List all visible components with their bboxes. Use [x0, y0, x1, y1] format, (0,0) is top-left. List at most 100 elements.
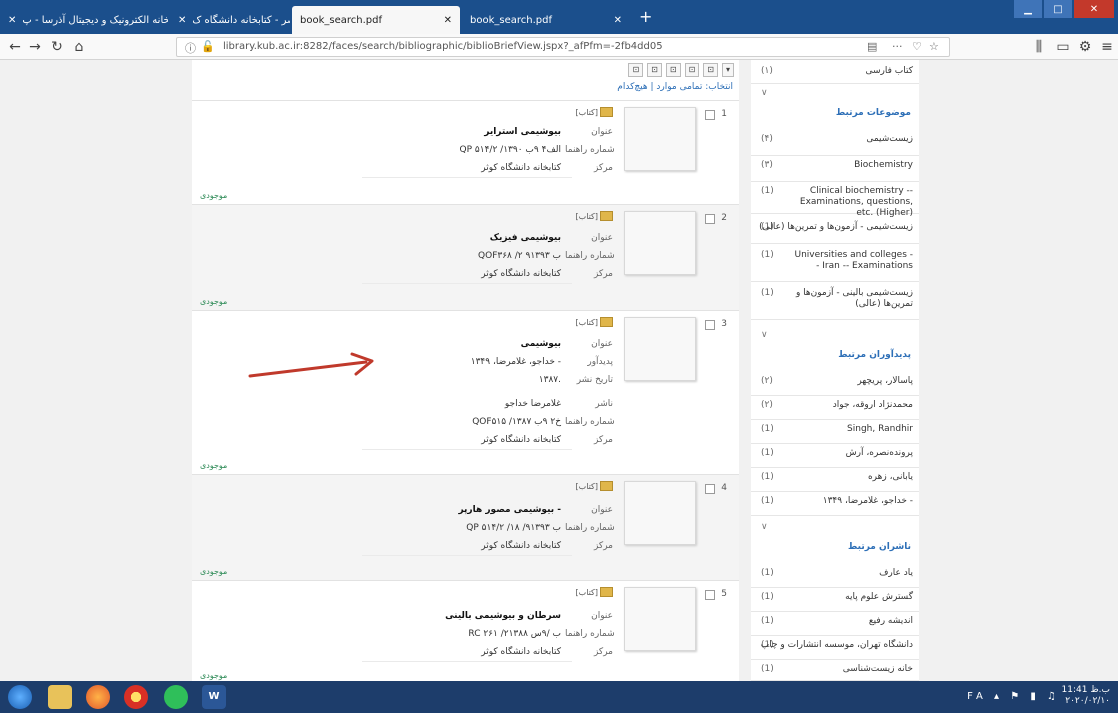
bookmark-star-icon[interactable]: ☆	[929, 40, 939, 53]
facet-item[interactable]: (1) یابانی، زهره	[751, 472, 919, 492]
facet-item[interactable]: (1) اندیشه رفیع	[751, 616, 919, 636]
center-field: مرکز کتابخانه دانشگاه کوثر	[481, 647, 613, 657]
facet-item[interactable]: (1) Clinical biochemistry -- Examinations…	[751, 186, 919, 218]
availability-link[interactable]: موجودی	[200, 567, 227, 576]
divider	[362, 661, 572, 662]
availability-link[interactable]: موجودی	[200, 297, 227, 306]
page-actions-icon[interactable]: ···	[892, 40, 903, 53]
facet-item[interactable]: (1) پرونده‌نصره، آرش	[751, 448, 919, 468]
system-tray-icons[interactable]: FA ▴ ⚑ ▮ ♫	[967, 691, 1060, 702]
select-all-none[interactable]: انتخاب: تمامی موارد | هیچ‌کدام	[617, 82, 733, 92]
book-cover-thumbnail[interactable]	[624, 107, 696, 171]
facet-item[interactable]: (1) خداجو، غلامرضا، ۱۳۴۹ -	[751, 496, 919, 516]
field-label: شماره راهنما	[565, 251, 615, 261]
book-cover-thumbnail[interactable]	[624, 211, 696, 275]
close-tab-icon[interactable]: ✕	[8, 15, 16, 26]
close-window-icon[interactable]: ✕	[1074, 0, 1114, 18]
insecure-lock-icon[interactable]: 🔓	[201, 40, 215, 53]
facet-item[interactable]: (1) گسترش علوم پایه	[751, 592, 919, 612]
result-checkbox[interactable]	[705, 484, 715, 494]
book-cover-thumbnail[interactable]	[624, 587, 696, 651]
menu-icon[interactable]: ≡	[1098, 38, 1116, 56]
availability-link[interactable]: موجودی	[200, 671, 227, 680]
tab-book-search-pdf-2[interactable]: book_search.pdf ✕	[462, 6, 630, 34]
tab-brief-view[interactable]: ✕ نمایش مختصر - کتابخانه دانشگاه ک	[170, 6, 290, 34]
library-icon[interactable]: ⫼	[1030, 38, 1048, 56]
sort-select[interactable]: ▾	[721, 63, 734, 77]
start-button-icon[interactable]	[8, 685, 32, 709]
facet-item[interactable]: (1) دانشگاه تهران، موسسه انتشارات و چاپ	[751, 640, 919, 660]
expand-chevron-icon[interactable]: ∨	[761, 88, 768, 98]
address-bar[interactable]: ⓘ 🔓 library.kub.ac.ir:8282/faces/search/…	[176, 37, 950, 57]
availability-link[interactable]: موجودی	[200, 461, 227, 470]
facet-item[interactable]: (1) Singh, Randhir	[751, 424, 919, 444]
facet-item[interactable]: (۲) محمدنژاد اروقه، جواد	[751, 400, 919, 420]
facet-item[interactable]: (۴) زیست‌شیمی	[751, 134, 919, 156]
book-cover-thumbnail[interactable]	[624, 317, 696, 381]
close-tab-icon[interactable]: ✕	[614, 15, 622, 26]
chrome-icon[interactable]	[124, 685, 148, 709]
title-link[interactable]: بیوشیمی	[521, 339, 561, 349]
field-value: خداجو، غلامرضا، ۱۳۴۹ -	[470, 357, 561, 367]
facet-item[interactable]: (۲) پاسالار، پریچهر	[751, 376, 919, 396]
title-link[interactable]: بیوشیمی فیزیک	[490, 233, 561, 243]
facet-item[interactable]: (1) زیست‌شیمی بالینی - آزمون‌ها و تمرین‌ه…	[751, 288, 919, 320]
material-type: [کتاب]	[576, 211, 613, 221]
word-icon[interactable]: W	[202, 685, 226, 709]
sidebar-icon[interactable]: ▭	[1054, 38, 1072, 56]
pocket-icon[interactable]: ♡	[912, 40, 922, 53]
availability-link[interactable]: موجودی	[200, 191, 227, 200]
toolbar-box[interactable]: ⊡	[703, 63, 718, 77]
minimize-icon[interactable]: ▁	[1014, 0, 1042, 18]
facet-item[interactable]: (1) Universities and colleges -- Iran -- …	[751, 250, 919, 282]
back-icon[interactable]: ←	[6, 38, 24, 56]
extension-icon[interactable]: ⚙	[1076, 38, 1094, 56]
tab-book-search-pdf-1[interactable]: book_search.pdf ✕	[292, 6, 460, 34]
whatsapp-icon[interactable]	[164, 685, 188, 709]
forward-icon[interactable]: →	[26, 38, 44, 56]
expand-chevron-icon[interactable]: ∨	[761, 330, 768, 340]
firefox-icon[interactable]	[86, 685, 110, 709]
toolbar-box[interactable]: ⊡	[647, 63, 662, 77]
info-icon[interactable]: ⓘ	[185, 40, 196, 56]
facet-item[interactable]: (۳) Biochemistry	[751, 160, 919, 182]
result-checkbox[interactable]	[705, 214, 715, 224]
publishers-heading: ناشران مرتبط	[848, 542, 911, 552]
result-number: 4	[721, 483, 727, 493]
home-icon[interactable]: ⌂	[70, 38, 88, 56]
tab-azarsa-library[interactable]: ✕ کتابخانه الکترونیک و دیجیتال آذرسا - پ	[0, 6, 168, 34]
maximize-icon[interactable]: □	[1044, 0, 1072, 18]
toolbar-box[interactable]: ⊡	[628, 63, 644, 77]
result-checkbox[interactable]	[705, 320, 715, 330]
clock[interactable]: 11:41 ب.ظ ۲۰۲۰/۰۲/۱۰	[1062, 685, 1110, 707]
expand-chevron-icon[interactable]: ∨	[761, 522, 768, 532]
title-link[interactable]: بیوشیمی استرایر	[484, 127, 561, 137]
field-label: ناشر	[595, 399, 613, 409]
facet-item[interactable]: (1) یاد عارف	[751, 568, 919, 588]
title-link[interactable]: سرطان و بیوشیمی بالینی	[445, 611, 561, 621]
title-link[interactable]: بیوشیمی مصور هارپر -	[458, 505, 561, 515]
center-field: مرکز کتابخانه دانشگاه کوثر	[481, 269, 613, 279]
facet-label: زیست‌شیمی بالینی - آزمون‌ها و تمرین‌ها (…	[795, 288, 913, 309]
title-field: عنوان بیوشیمی فیزیک	[490, 233, 613, 243]
reader-view-icon[interactable]: ▤	[867, 40, 877, 53]
book-icon	[600, 481, 613, 491]
field-label: شماره راهنما	[565, 145, 615, 155]
close-tab-icon[interactable]: ✕	[444, 15, 452, 26]
facet-count: (۲)	[761, 376, 773, 386]
toolbar-box[interactable]: ⊡	[665, 63, 681, 77]
result-checkbox[interactable]	[705, 590, 715, 600]
center-field: مرکز کتابخانه دانشگاه کوثر	[481, 541, 613, 551]
reload-icon[interactable]: ↻	[48, 38, 66, 56]
new-tab-icon[interactable]: +	[639, 6, 652, 28]
facet-item[interactable]: (1) خانه زیست‌شناسی	[751, 664, 919, 681]
language-indicator[interactable]: FA	[967, 691, 987, 702]
result-checkbox[interactable]	[705, 110, 715, 120]
file-explorer-icon[interactable]	[48, 685, 72, 709]
facet-label: پاسالار، پریچهر	[857, 376, 913, 386]
book-cover-thumbnail[interactable]	[624, 481, 696, 545]
facet-item[interactable]: (1) زیست‌شیمی - آزمون‌ها و تمرین‌ها (عالی…	[751, 222, 919, 244]
close-tab-icon[interactable]: ✕	[178, 15, 186, 26]
facet-item[interactable]: (۱) کتاب فارسی	[751, 66, 919, 84]
toolbar-box[interactable]: ⊡	[684, 63, 700, 77]
